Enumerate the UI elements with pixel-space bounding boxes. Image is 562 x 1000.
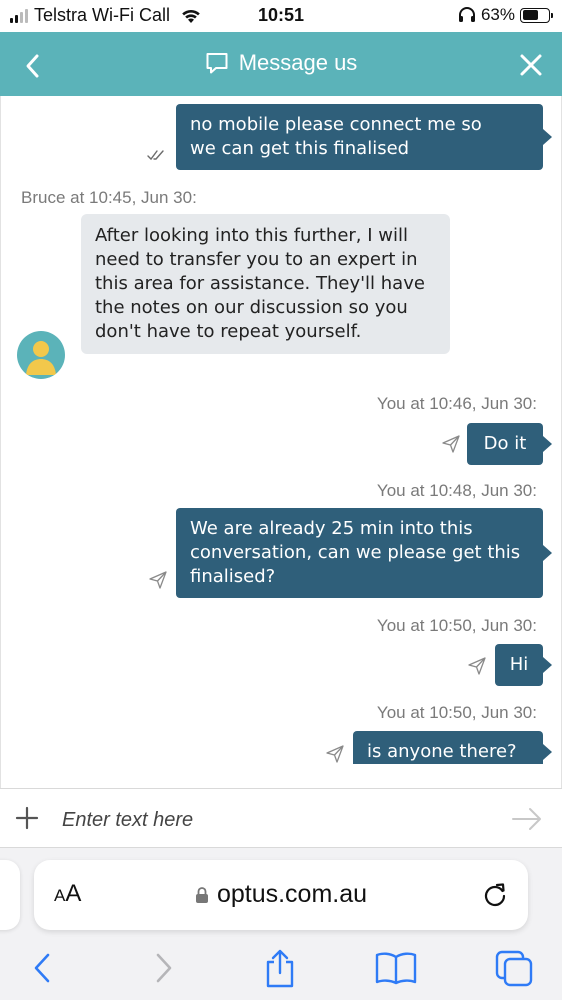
- message-input[interactable]: [62, 803, 482, 837]
- reload-button[interactable]: [480, 880, 510, 910]
- tabs-button[interactable]: [492, 946, 536, 990]
- outgoing-message: no mobile please connect me so we can ge…: [176, 104, 552, 170]
- lock-icon: [195, 886, 208, 903]
- compose-bar: [0, 788, 562, 848]
- chevron-right-icon: [156, 953, 172, 983]
- message-meta: Bruce at 10:45, Jun 30:: [21, 188, 197, 207]
- read-check-icon: [147, 150, 164, 161]
- add-attachment-button[interactable]: [12, 803, 42, 833]
- address-bar[interactable]: AA optus.com.au: [34, 860, 528, 930]
- chat-header: Message us: [0, 32, 562, 96]
- tabs-icon: [495, 950, 533, 987]
- browser-forward-button[interactable]: [142, 946, 186, 990]
- avatar: [17, 331, 65, 379]
- sent-icon: [326, 745, 344, 763]
- message-meta: You at 10:46, Jun 30:: [376, 394, 537, 413]
- bookmarks-button[interactable]: [374, 946, 418, 990]
- status-bar: Telstra Wi-Fi Call 10:51 63%: [0, 0, 562, 32]
- url-text: optus.com.au: [216, 880, 368, 908]
- plus-icon: [15, 806, 39, 830]
- person-icon: [26, 341, 56, 375]
- message-list[interactable]: no mobile please connect me so we can ge…: [0, 96, 562, 764]
- headphones-icon: [458, 7, 475, 22]
- outgoing-message: Hi: [495, 644, 552, 686]
- battery-icon: [520, 7, 553, 23]
- incoming-message: After looking into this further, I will …: [81, 214, 450, 354]
- share-button[interactable]: [258, 946, 302, 990]
- outgoing-message: Do it: [467, 423, 552, 465]
- sent-icon: [149, 571, 167, 589]
- close-button[interactable]: [514, 48, 548, 82]
- outgoing-message: is anyone there?: [353, 731, 552, 764]
- message-meta: You at 10:50, Jun 30:: [376, 703, 537, 722]
- sent-icon: [442, 435, 460, 453]
- header-title-wrap: Message us: [0, 50, 562, 76]
- close-icon: [520, 54, 542, 76]
- browser-chrome: AA optus.com.au: [0, 848, 562, 1000]
- sent-icon: [468, 657, 486, 675]
- book-icon: [375, 952, 417, 985]
- send-button[interactable]: [510, 803, 544, 835]
- url-wrap: optus.com.au: [34, 880, 528, 909]
- message-meta: You at 10:50, Jun 30:: [376, 616, 537, 635]
- reload-icon: [484, 883, 506, 907]
- message-list-bottom: [0, 764, 562, 788]
- message-meta: You at 10:48, Jun 30:: [376, 481, 537, 500]
- share-icon: [266, 949, 294, 988]
- page-title: Message us: [238, 50, 358, 75]
- browser-toolbar: [0, 946, 562, 992]
- chevron-left-icon: [34, 953, 50, 983]
- browser-back-button[interactable]: [20, 946, 64, 990]
- chat-bubble-icon: [206, 53, 228, 74]
- battery-percent: 63%: [480, 5, 515, 24]
- status-right: 63%: [458, 5, 553, 25]
- arrow-right-icon: [512, 808, 541, 830]
- previous-tab-preview[interactable]: [0, 860, 20, 930]
- outgoing-message: We are already 25 min into this conversa…: [176, 508, 552, 598]
